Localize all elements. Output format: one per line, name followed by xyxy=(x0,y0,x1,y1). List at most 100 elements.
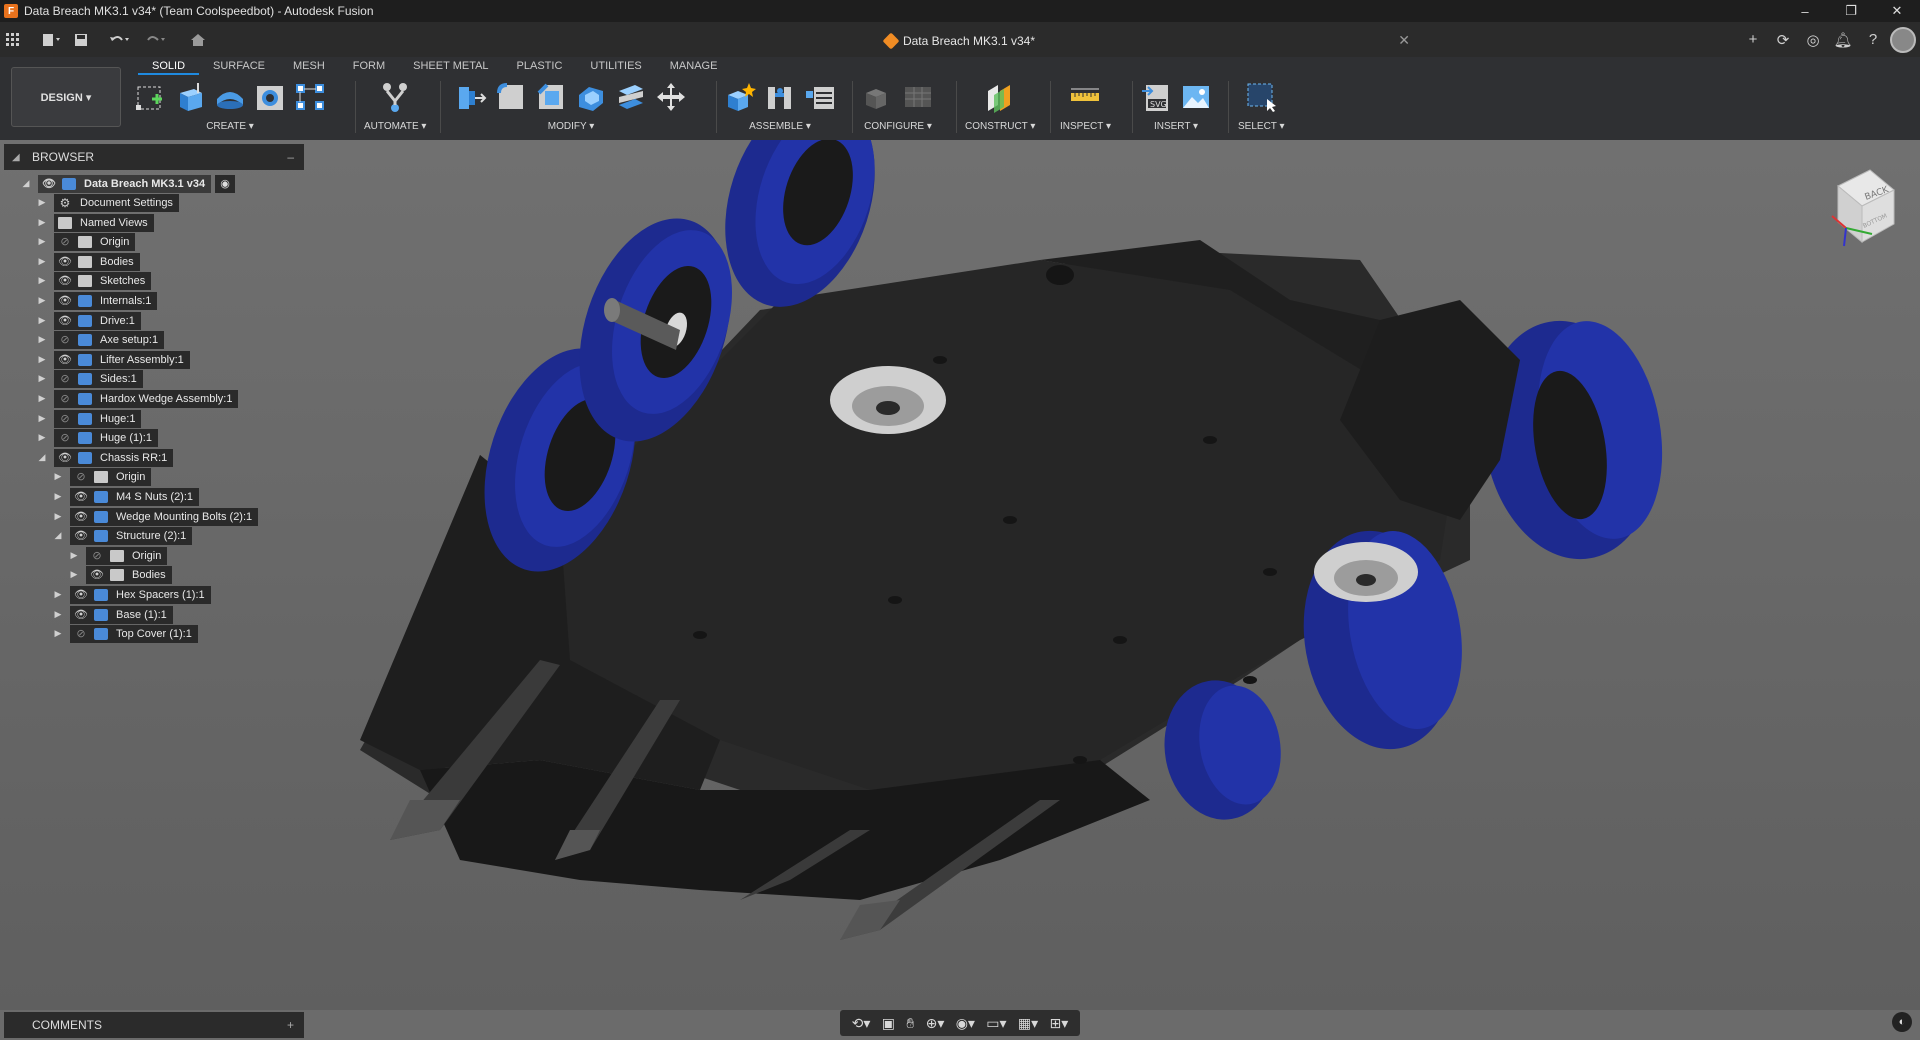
tree-item-chip[interactable]: 👁︎ Structure (2):1 xyxy=(70,526,193,545)
workspace-switcher[interactable]: DESIGN ▾ xyxy=(11,67,121,127)
eye-icon[interactable]: 👁︎ xyxy=(58,255,72,268)
hole-icon[interactable] xyxy=(254,81,286,113)
tree-item[interactable]: ◢ 👁︎ Chassis RR:1 xyxy=(36,448,174,467)
tree-item-chip[interactable]: ⊘ Hardox Wedge Assembly:1 xyxy=(54,389,239,408)
tree-item-chip[interactable]: ⊘ Axe setup:1 xyxy=(54,330,165,349)
zoom-icon[interactable]: ⊕▾ xyxy=(926,1015,945,1032)
visual-style-icon[interactable]: ▭▾ xyxy=(986,1015,1006,1032)
expand-arrow-icon[interactable]: ▶ xyxy=(36,193,48,212)
close-button[interactable]: ✕ xyxy=(1874,0,1920,22)
revolve-icon[interactable] xyxy=(214,81,246,113)
tree-item[interactable]: ▶ Named Views xyxy=(36,213,154,232)
collapse-icon[interactable]: ◢ xyxy=(12,152,20,163)
tree-item-chip[interactable]: 👁︎ Internals:1 xyxy=(54,291,158,310)
shell-icon[interactable] xyxy=(575,81,607,113)
expand-arrow-icon[interactable]: ▶ xyxy=(36,232,48,251)
inspect-label[interactable]: INSPECT ▾ xyxy=(1060,121,1111,132)
minimize-button[interactable]: – xyxy=(1782,0,1828,22)
eye-icon[interactable]: 👁︎ xyxy=(74,529,88,542)
save-icon[interactable] xyxy=(68,22,94,57)
construct-label[interactable]: CONSTRUCT ▾ xyxy=(965,121,1035,132)
tree-item-chip[interactable]: 👁︎ Chassis RR:1 xyxy=(54,448,174,467)
eye-hidden-icon[interactable]: ⊘ xyxy=(58,392,72,405)
tree-item[interactable]: ▶ 👁︎ Internals:1 xyxy=(36,291,158,310)
close-tab-button[interactable]: ✕ xyxy=(1398,32,1410,49)
view-cube[interactable]: BACK BOTTOM xyxy=(1822,162,1902,252)
expand-arrow-icon[interactable]: ▶ xyxy=(36,369,48,388)
activate-radio-icon[interactable]: ◉ xyxy=(215,174,236,193)
tree-item-chip[interactable]: 👁︎ Hex Spacers (1):1 xyxy=(70,585,211,604)
tree-item[interactable]: ▶ ⊘ Huge:1 xyxy=(36,409,142,428)
pin-icon[interactable]: – xyxy=(287,150,294,164)
expand-arrow-icon[interactable]: ▶ xyxy=(36,252,48,271)
expand-arrow-icon[interactable]: ▶ xyxy=(36,389,48,408)
offset-plane-icon[interactable] xyxy=(984,81,1016,113)
tab-mesh[interactable]: MESH xyxy=(279,57,339,75)
tree-item[interactable]: ▶ 👁︎ Bodies xyxy=(68,565,172,584)
plus-icon[interactable]: + xyxy=(1740,27,1766,53)
tree-item[interactable]: ▶ 👁︎ Bodies xyxy=(36,252,140,271)
measure-icon[interactable] xyxy=(1069,81,1101,113)
tree-item-chip[interactable]: ⊘ Top Cover (1):1 xyxy=(70,624,198,643)
tab-utilities[interactable]: UTILITIES xyxy=(576,57,655,75)
grid-settings-icon[interactable]: ▦▾ xyxy=(1018,1015,1038,1032)
eye-icon[interactable]: 👁︎ xyxy=(74,510,88,523)
avatar[interactable] xyxy=(1890,26,1916,53)
tree-item-chip[interactable]: ⊘ Huge:1 xyxy=(54,409,142,428)
expand-arrow-icon[interactable]: ▶ xyxy=(36,213,48,232)
sync-icon[interactable]: ⟳ xyxy=(1770,27,1796,53)
automate-label[interactable]: AUTOMATE ▾ xyxy=(364,121,426,132)
tree-item[interactable]: ▶ 👁︎ Drive:1 xyxy=(36,311,141,330)
eye-hidden-icon[interactable]: ⊘ xyxy=(58,412,72,425)
automate-icon[interactable] xyxy=(379,81,411,113)
tree-item[interactable]: ▶ 👁︎ Lifter Assembly:1 xyxy=(36,350,190,369)
tree-item[interactable]: ▶ ⊘ Hardox Wedge Assembly:1 xyxy=(36,389,239,408)
expand-arrow-icon[interactable]: ▶ xyxy=(36,311,48,330)
collapse-arrow-icon[interactable]: ◢ xyxy=(52,526,64,545)
file-icon[interactable] xyxy=(36,22,68,57)
insert-svg-icon[interactable]: SVG xyxy=(1140,81,1172,113)
tab-surface[interactable]: SURFACE xyxy=(199,57,279,75)
tree-item-chip[interactable]: 👁︎ Lifter Assembly:1 xyxy=(54,350,190,369)
eye-icon[interactable]: 👁︎ xyxy=(58,294,72,307)
eye-icon[interactable]: 👁︎ xyxy=(74,490,88,503)
eye-hidden-icon[interactable]: ⊘ xyxy=(58,333,72,346)
tree-item[interactable]: ▶ ⊘ Sides:1 xyxy=(36,369,143,388)
expand-arrow-icon[interactable]: ▶ xyxy=(68,565,80,584)
insert-label[interactable]: INSERT ▾ xyxy=(1154,121,1198,132)
pan-icon[interactable]: ✋︎ xyxy=(906,1015,914,1032)
configure-label[interactable]: CONFIGURE ▾ xyxy=(864,121,932,132)
tree-item-chip[interactable]: ⊘ Origin xyxy=(86,546,168,565)
create-label[interactable]: CREATE ▾ xyxy=(206,121,254,132)
tree-item[interactable]: ▶ ⊘ Axe setup:1 xyxy=(36,330,165,349)
expand-arrow-icon[interactable]: ▶ xyxy=(68,546,80,565)
text-commands-icon[interactable]: ◐ xyxy=(1892,1012,1912,1032)
expand-arrow-icon[interactable]: ▶ xyxy=(36,330,48,349)
tree-item[interactable]: ▶ ⊘ Origin xyxy=(36,232,136,251)
expand-arrow-icon[interactable]: ▶ xyxy=(36,428,48,447)
tab-manage[interactable]: MANAGE xyxy=(656,57,732,75)
tree-root[interactable]: ◢ 👁︎ Data Breach MK3.1 v34 ◉ xyxy=(20,174,236,193)
restore-button[interactable]: ❐ xyxy=(1828,0,1874,22)
configuration-table-icon[interactable] xyxy=(902,81,934,113)
assemble-label[interactable]: ASSEMBLE ▾ xyxy=(749,121,811,132)
expand-arrow-icon[interactable]: ▶ xyxy=(36,409,48,428)
tree-item[interactable]: ▶ 👁︎ Sketches xyxy=(36,271,152,290)
expand-arrow-icon[interactable]: ▶ xyxy=(36,271,48,290)
tab-sheet-metal[interactable]: SHEET METAL xyxy=(399,57,502,75)
eye-icon[interactable]: 👁︎ xyxy=(58,314,72,327)
undo-icon[interactable] xyxy=(102,22,138,57)
tree-item-chip[interactable]: ⊘ Origin xyxy=(70,467,152,486)
comments-add-icon[interactable]: + xyxy=(287,1018,294,1032)
eye-icon[interactable]: 👁︎ xyxy=(90,568,104,581)
tree-item[interactable]: ▶ ⊘ Origin xyxy=(68,546,168,565)
robot-model[interactable] xyxy=(0,140,1920,1010)
bell-icon[interactable]: 🔔︎ xyxy=(1830,27,1856,53)
eye-hidden-icon[interactable]: ⊘ xyxy=(74,470,88,483)
eye-icon[interactable]: 👁︎ xyxy=(58,274,72,287)
tree-item-chip[interactable]: ⊘ Origin xyxy=(54,232,136,251)
bill-of-materials-icon[interactable] xyxy=(804,81,836,113)
tree-item-chip[interactable]: Named Views xyxy=(54,213,154,232)
expand-arrow-icon[interactable]: ▶ xyxy=(36,350,48,369)
tab-plastic[interactable]: PLASTIC xyxy=(503,57,577,75)
